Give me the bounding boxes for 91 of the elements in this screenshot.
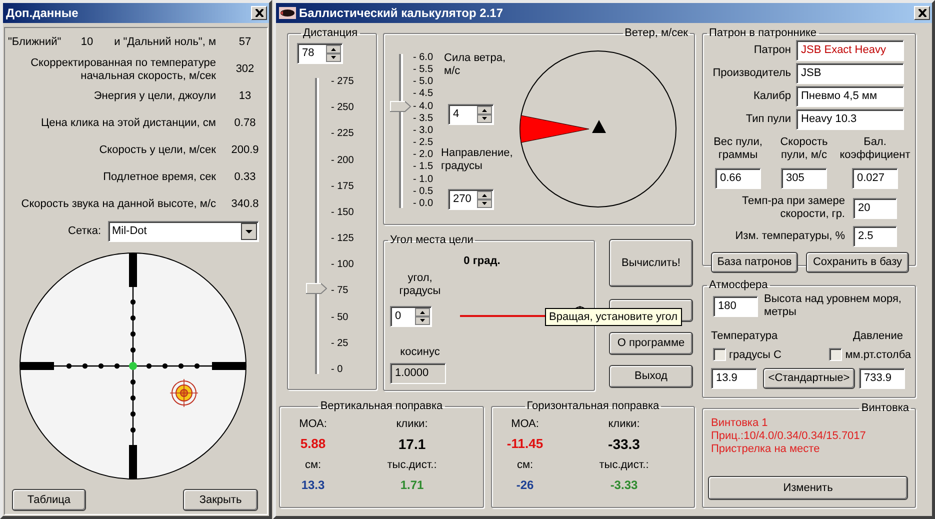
tick-label: - 175 [331,180,354,193]
value-label: МОА: [298,417,328,432]
value-label: см: [516,458,534,473]
tick-label: - 0 [331,364,344,376]
tick-label: - 250 [331,102,354,114]
tick-label: - 5.5 [413,64,434,76]
group-title: Ветер, м/сек [624,26,689,40]
field-label: Тип пули [744,112,792,128]
field-label: Сетка: [68,224,101,240]
field-label: Направление, градусы [441,147,514,173]
window-title: Доп.данные [6,5,78,22]
tick-label: - 150 [331,206,354,219]
value-label: клики: [395,417,429,432]
field-label: угол, градусы [398,272,442,298]
tick-label: - 2.0 [413,149,434,162]
tick-label: - 3.5 [413,112,434,125]
field-label: Темп-ра при замере скорости, гр. [740,195,845,221]
group-title: Атмосфера [708,278,769,292]
stat-label: Энергия у цели, джоули [94,90,216,103]
group-title: Угол места цели [389,233,474,247]
tick-label: - 50 [331,312,350,324]
rifle-info-line: Приц.:10/4.0/0.34/0.34/15.7017 [711,430,867,443]
stat-label: Скорректированная по температуре начальная скорость, м/сек [30,56,216,82]
field-label: Температура [711,329,778,344]
tick-label: - 275 [331,76,354,88]
tick-label: - 225 [331,128,354,140]
field-label: Бал. коэффициент [838,136,912,162]
value-label: тыс.дист.: [598,458,650,473]
tick-label: - 100 [331,259,354,272]
value-text: -33.3 [607,435,641,454]
stat-value: 340.8 [230,197,260,212]
tooltip: Вращая, установите угол [545,308,682,326]
group-title: Вертикальная поправка [319,399,444,413]
stat-label: Подлетное время, сек [103,171,216,184]
field-label: Патрон [752,43,792,58]
tick-label: - 25 [331,338,350,350]
tick-label: - 6.0 [413,52,434,64]
stat-value: 302 [234,62,256,78]
tick-label: - 2.5 [413,137,434,150]
tick-label: - 0.0 [413,198,434,210]
tick-label: - 1.5 [413,161,434,174]
value-text: -26 [515,477,535,494]
checkbox-label: мм.рт.столба [845,348,911,362]
group-title: Дистанция [302,26,359,40]
tick-label: - 5.0 [413,76,434,88]
stat-value: 57 [238,35,252,50]
tick-label: - 1.0 [413,174,434,186]
checkbox-label: градусы С [729,348,782,362]
group-title: Горизонтальная поправка [526,399,660,413]
value-label: МОА: [510,417,540,432]
rifle-info-line: Пристрелка на месте [711,443,821,456]
field-label: Калибр [752,89,792,104]
field-label: Давление [852,329,903,344]
tick-label: - 75 [331,285,350,298]
tick-label: - 4.5 [413,88,434,100]
angle-readout: 0 град. [462,254,502,269]
rifle-info-line: Винтовка 1 [711,417,769,430]
value-text: 1.71 [399,477,425,494]
stat-value: 13 [238,89,252,104]
tick-label: - 3.0 [413,124,434,137]
tick-label: - 125 [331,233,354,246]
stat-value: 200.9 [230,143,260,158]
window-title: Баллистический калькулятор 2.17 [299,5,503,22]
group-title: Винтовка [860,401,910,415]
value-text: 13.3 [300,477,326,494]
stat-label: Цена клика на этой дистанции, см [40,117,216,130]
field-label: Высота над уровнем моря, метры [764,293,902,319]
field-label: Производитель [712,66,792,82]
value-text: -11.45 [506,435,544,453]
tick-label: - 4.0 [413,100,434,113]
stat-value: 0.33 [233,170,257,186]
field-label: Сила ветра, м/с [443,52,506,78]
value-label: тыс.дист.: [386,458,438,473]
tick-label: - 0.5 [413,186,434,198]
value-text: -3.33 [609,477,639,494]
field-label: Вес пули, граммы [712,136,764,162]
value-text: 17.1 [397,435,427,454]
stat-label: "Ближний" [7,35,62,50]
group-title: Патрон в патроннике [708,26,818,40]
value-label: клики: [607,417,641,432]
stat-label: и "Дальний ноль", м [113,35,216,50]
stat-value: 0.78 [233,116,257,132]
field-label: Скорость пули, м/с [779,136,829,162]
value-text: 5.88 [299,435,327,453]
stat-value: 10 [80,35,94,50]
field-label: косинус [400,344,440,360]
field-label: Изм. температуры, % [734,229,845,244]
value-label: см: [304,458,322,473]
stat-label: Скорость у цели, м/сек [99,144,216,157]
stat-label: Скорость звука на данной высоте, м/с [21,198,216,211]
tick-label: - 200 [331,154,354,167]
